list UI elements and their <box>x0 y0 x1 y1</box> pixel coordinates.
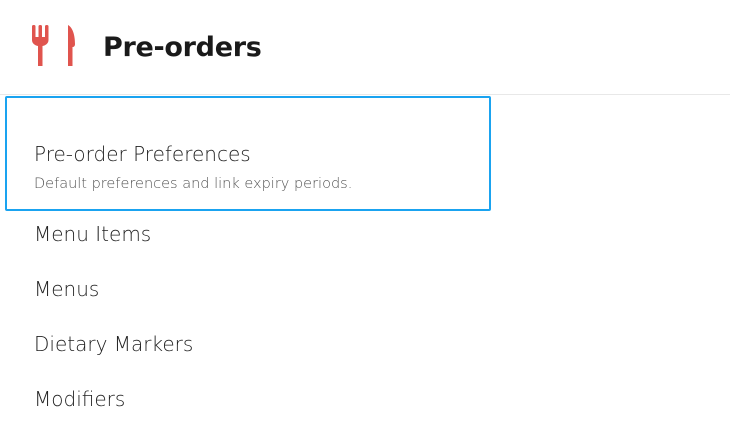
nav-item-label: Pre-order Preferences <box>34 142 251 166</box>
nav-item-menu-items[interactable]: Menu Items <box>34 222 151 246</box>
nav-item-description: Default preferences and link expiry peri… <box>34 176 353 192</box>
page-title: Pre-orders <box>103 32 262 63</box>
nav-item-menus[interactable]: Menus <box>34 277 99 301</box>
fork-knife-icon <box>30 24 80 68</box>
page-header: Pre-orders <box>0 0 730 95</box>
nav-item-preorder-preferences[interactable]: Pre-order Preferences Default preference… <box>5 96 491 211</box>
nav-item-dietary-markers[interactable]: Dietary Markers <box>34 332 193 356</box>
nav-item-modifiers[interactable]: Modifiers <box>34 387 125 411</box>
